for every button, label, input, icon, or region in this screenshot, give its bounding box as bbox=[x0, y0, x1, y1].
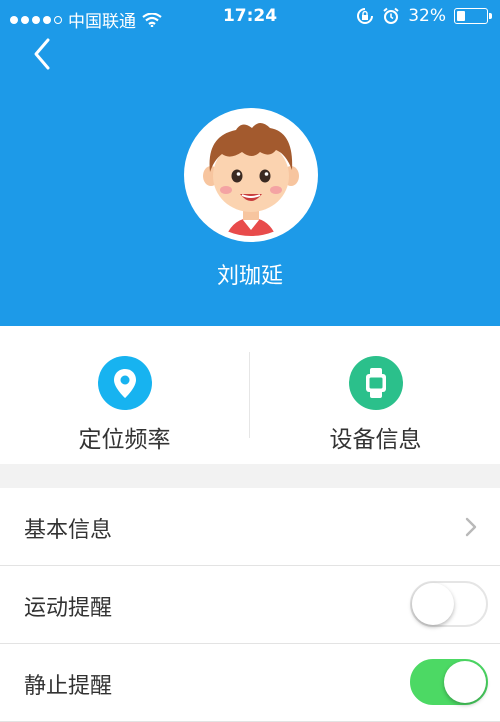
toggle-knob bbox=[412, 583, 454, 625]
still-reminder-toggle[interactable] bbox=[410, 659, 488, 705]
basic-info-label: 基本信息 bbox=[24, 518, 113, 543]
status-right: 32% bbox=[356, 6, 492, 26]
device-info-label: 设备信息 bbox=[329, 427, 422, 453]
basic-info-row[interactable]: 基本信息 bbox=[0, 488, 500, 566]
motion-reminder-toggle[interactable] bbox=[410, 581, 488, 627]
location-frequency-button[interactable]: 定位频率 bbox=[0, 326, 249, 464]
quick-actions: 定位频率 设备信息 bbox=[0, 326, 500, 464]
profile-header: 中国联通 17:24 32% 刘珈延 bbox=[0, 0, 500, 326]
still-reminder-row: 静止提醒 bbox=[0, 644, 500, 722]
chevron-right-icon bbox=[465, 517, 477, 537]
back-chevron-icon[interactable] bbox=[28, 36, 58, 72]
boy-avatar-icon bbox=[190, 114, 312, 236]
rotation-lock-icon bbox=[357, 8, 374, 24]
device-info-button[interactable]: 设备信息 bbox=[251, 326, 500, 464]
alarm-icon bbox=[383, 7, 399, 24]
motion-reminder-label: 运动提醒 bbox=[24, 596, 113, 621]
toggle-knob bbox=[444, 661, 486, 703]
still-reminder-label: 静止提醒 bbox=[24, 674, 113, 699]
status-bar: 中国联通 17:24 32% bbox=[0, 0, 500, 34]
quick-actions-divider bbox=[249, 352, 250, 438]
settings-list: 基本信息 运动提醒 静止提醒 bbox=[0, 488, 500, 722]
location-frequency-label: 定位频率 bbox=[78, 427, 171, 453]
child-name: 刘珈延 bbox=[216, 264, 283, 289]
motion-reminder-row: 运动提醒 bbox=[0, 566, 500, 644]
battery-fill bbox=[457, 11, 466, 21]
battery-percent: 32% bbox=[408, 6, 446, 26]
watch-icon bbox=[348, 356, 403, 410]
battery-icon bbox=[454, 8, 492, 24]
location-pin-icon bbox=[97, 356, 152, 410]
avatar[interactable] bbox=[184, 108, 318, 242]
